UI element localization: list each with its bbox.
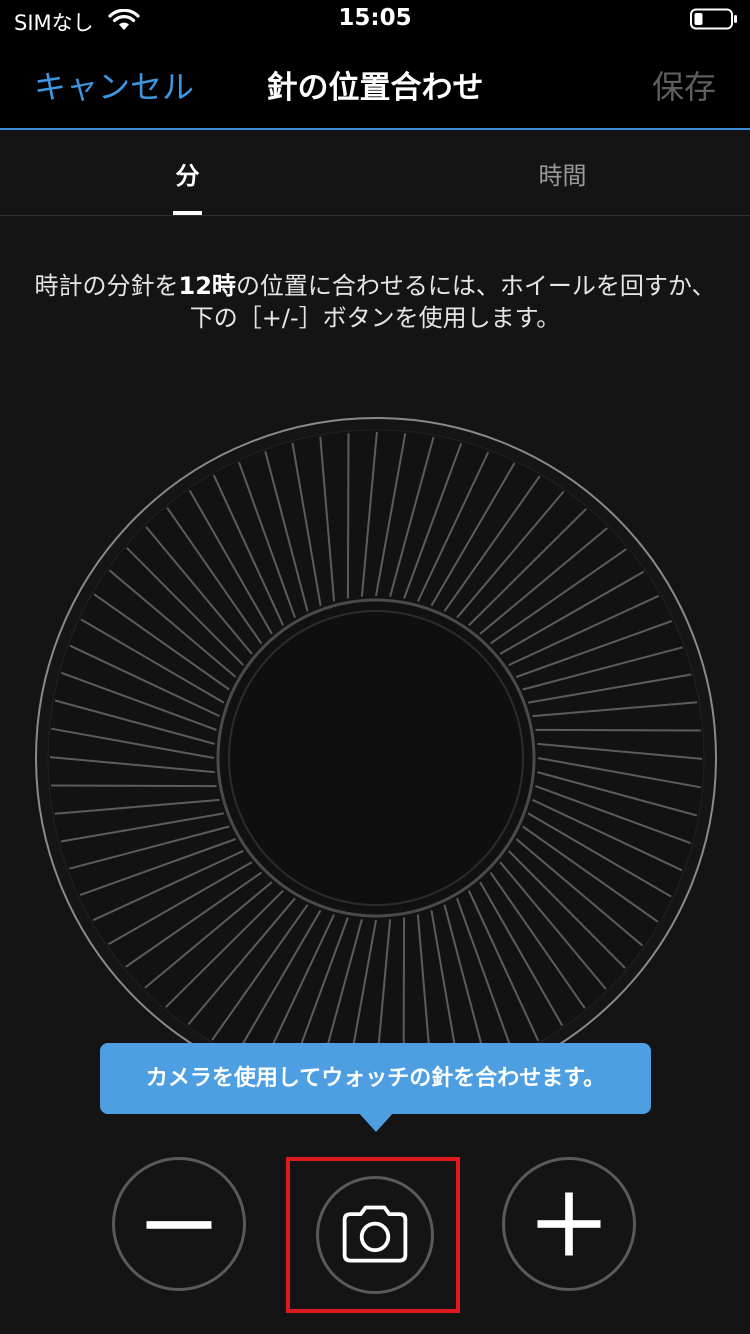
tab-hours[interactable]: 時間	[375, 156, 750, 191]
instruction-part-2: の位置に合わせるには、ホイールを回すか、下の［+/-］ボタンを使用します。	[189, 272, 716, 332]
page-title: 針の位置合わせ	[266, 70, 484, 106]
minus-button[interactable]	[112, 1157, 246, 1291]
rotation-wheel[interactable]	[35, 417, 717, 1099]
camera-button[interactable]	[316, 1176, 434, 1294]
tab-selected-indicator	[173, 211, 202, 215]
tooltip-text: カメラを使用してウォッチの針を合わせます。	[145, 1066, 606, 1091]
wheel-tick	[51, 784, 217, 788]
camera-tooltip: カメラを使用してウォッチの針を合わせます。	[100, 1043, 651, 1114]
battery-icon	[690, 8, 737, 30]
wheel-tick	[346, 433, 350, 599]
instruction-part-1: 時計の分針を	[34, 272, 179, 300]
minus-icon	[146, 1221, 212, 1229]
status-time: 15:05	[338, 5, 412, 31]
plus-button[interactable]	[502, 1157, 636, 1291]
wheel-tick	[535, 728, 701, 732]
camera-icon	[342, 1205, 408, 1263]
tab-bar: 分 時間	[0, 130, 750, 216]
tooltip-arrow	[358, 1112, 394, 1132]
save-button[interactable]: 保存	[652, 62, 716, 108]
instruction-text: 時計の分針を12時の位置に合わせるには、ホイールを回すか、下の［+/-］ボタンを…	[30, 270, 720, 334]
instruction-highlight: 12時	[178, 272, 236, 300]
status-bar: SIMなし 15:05	[0, 0, 750, 40]
navigation-bar: キャンセル 針の位置合わせ 保存	[0, 40, 750, 130]
plus-icon	[537, 1192, 601, 1256]
tab-minutes[interactable]: 分	[0, 156, 375, 191]
